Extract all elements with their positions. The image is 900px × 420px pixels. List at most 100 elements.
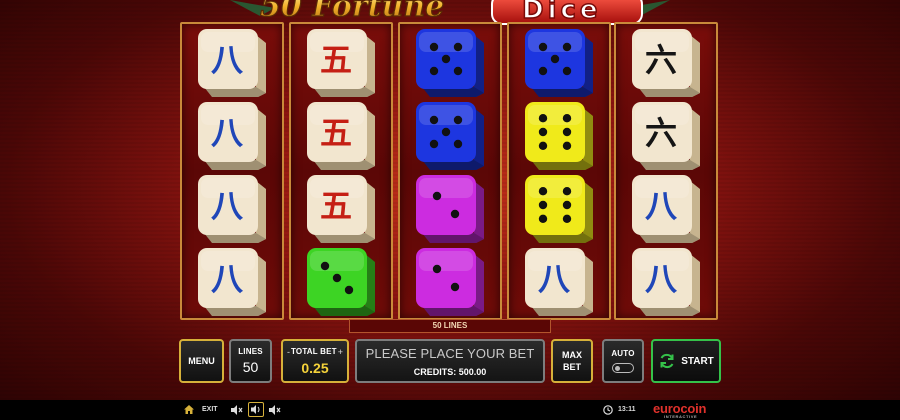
- clock-time: 13:11: [618, 406, 636, 413]
- die-pip: [562, 127, 572, 137]
- auto-label: AUTO: [611, 349, 635, 358]
- reel-5: 六六八八: [614, 22, 718, 320]
- clock-icon: [603, 405, 613, 415]
- symbol-six-glyph: 六: [644, 41, 677, 79]
- die-pip: [344, 285, 354, 295]
- die-pip: [429, 115, 439, 125]
- magenta-two-die: [416, 248, 488, 316]
- die-pip: [441, 54, 451, 64]
- reel-1: 八八八八: [180, 22, 284, 320]
- symbol-eight-glyph: 八: [210, 41, 243, 79]
- yellow-six-die: [525, 102, 597, 170]
- max-bet-label-1: MAX: [562, 350, 582, 360]
- lines-label: LINES: [238, 347, 263, 356]
- yellow-six-die: [525, 175, 597, 243]
- die-pip: [429, 42, 439, 52]
- total-bet-control: - TOTAL BET + 0.25: [281, 339, 349, 383]
- home-icon[interactable]: [184, 405, 194, 414]
- auto-play-toggle[interactable]: AUTO: [602, 339, 644, 383]
- symbol-five-die: 五: [307, 29, 379, 97]
- logo-title-part1: 50 Fortune: [260, 0, 444, 24]
- reel-3: [398, 22, 502, 320]
- die-pip: [550, 54, 560, 64]
- symbol-five-die: 五: [307, 175, 379, 243]
- bet-increase-button[interactable]: +: [338, 347, 343, 357]
- die-pip: [320, 261, 330, 271]
- die-pip: [429, 66, 439, 76]
- symbol-eight-glyph: 八: [210, 187, 243, 225]
- max-bet-button[interactable]: MAX BET: [551, 339, 593, 383]
- mute-music-icon[interactable]: [269, 405, 281, 415]
- lines-value: 50: [242, 359, 259, 375]
- bottom-bar: EXIT 13:11 eurocoin INTERACTIVE: [0, 400, 900, 420]
- refresh-icon: [660, 353, 674, 369]
- symbol-eight-glyph: 八: [210, 260, 243, 298]
- symbol-eight-glyph: 八: [537, 260, 570, 298]
- die-pip: [429, 139, 439, 149]
- blue-five-die-art: [416, 102, 484, 170]
- start-label: START: [681, 355, 714, 367]
- blue-five-die: [416, 29, 488, 97]
- blue-five-die: [416, 102, 488, 170]
- symbol-eight-die: 八: [632, 175, 704, 243]
- bet-decrease-button[interactable]: -: [287, 347, 290, 357]
- lines-selector[interactable]: LINES 50: [229, 339, 272, 383]
- menu-button[interactable]: MENU: [179, 339, 224, 383]
- symbol-six-glyph: 六: [644, 114, 677, 152]
- symbol-eight-die: 八: [198, 248, 270, 316]
- exit-link[interactable]: EXIT: [202, 406, 218, 413]
- die-pip: [538, 127, 548, 137]
- symbol-five-glyph: 五: [319, 187, 352, 225]
- symbol-eight-die: 八: [198, 102, 270, 170]
- volume-icon: [251, 405, 260, 414]
- sound-effects-icon[interactable]: [231, 405, 243, 415]
- volume-button[interactable]: [248, 402, 264, 417]
- die-pip: [441, 127, 451, 137]
- reel-4: 八: [507, 22, 611, 320]
- message-panel: PLEASE PLACE YOUR BET CREDITS: 500.00: [355, 339, 545, 383]
- green-three-die: [307, 248, 379, 316]
- die-pip: [332, 273, 342, 283]
- total-bet-label: TOTAL BET: [290, 346, 337, 356]
- symbol-eight-die: 八: [525, 248, 597, 316]
- magenta-two-die-art: [416, 175, 484, 243]
- credits-display: CREDITS: 500.00: [413, 366, 487, 377]
- magenta-two-die: [416, 175, 488, 243]
- die-pip: [562, 141, 572, 150]
- toggle-switch-icon: [612, 363, 634, 373]
- die-pip: [453, 42, 463, 52]
- die-pip: [562, 66, 572, 76]
- die-pip: [562, 42, 572, 52]
- die-pip: [432, 191, 442, 201]
- blue-five-die-art: [525, 29, 593, 97]
- die-pip: [538, 187, 548, 196]
- die-pip: [450, 282, 460, 292]
- max-bet-label-2: BET: [563, 362, 581, 372]
- menu-label: MENU: [188, 356, 215, 366]
- die-pip: [538, 141, 548, 150]
- reel-2: 五五五: [289, 22, 393, 320]
- symbol-five-glyph: 五: [319, 41, 352, 79]
- symbol-five-die: 五: [307, 102, 379, 170]
- die-pip: [562, 114, 572, 123]
- symbol-eight-die: 八: [198, 175, 270, 243]
- yellow-six-die-art: [525, 102, 593, 170]
- die-pip: [538, 66, 548, 76]
- die-pip: [538, 42, 548, 52]
- yellow-six-die-art: [525, 175, 593, 243]
- symbol-six-die: 六: [632, 102, 704, 170]
- die-pip: [453, 139, 463, 149]
- symbol-five-glyph: 五: [319, 114, 352, 152]
- blue-five-die-art: [416, 29, 484, 97]
- lines-indicator: 50 LINES: [349, 319, 551, 333]
- symbol-eight-glyph: 八: [644, 260, 677, 298]
- die-pip: [538, 214, 548, 223]
- start-button[interactable]: START: [651, 339, 721, 383]
- status-message: PLEASE PLACE YOUR BET: [365, 345, 535, 361]
- die-pip: [450, 209, 460, 219]
- die-pip: [538, 114, 548, 123]
- magenta-two-die-art: [416, 248, 484, 316]
- die-pip: [562, 214, 572, 223]
- die-pip: [453, 115, 463, 125]
- symbol-six-die: 六: [632, 29, 704, 97]
